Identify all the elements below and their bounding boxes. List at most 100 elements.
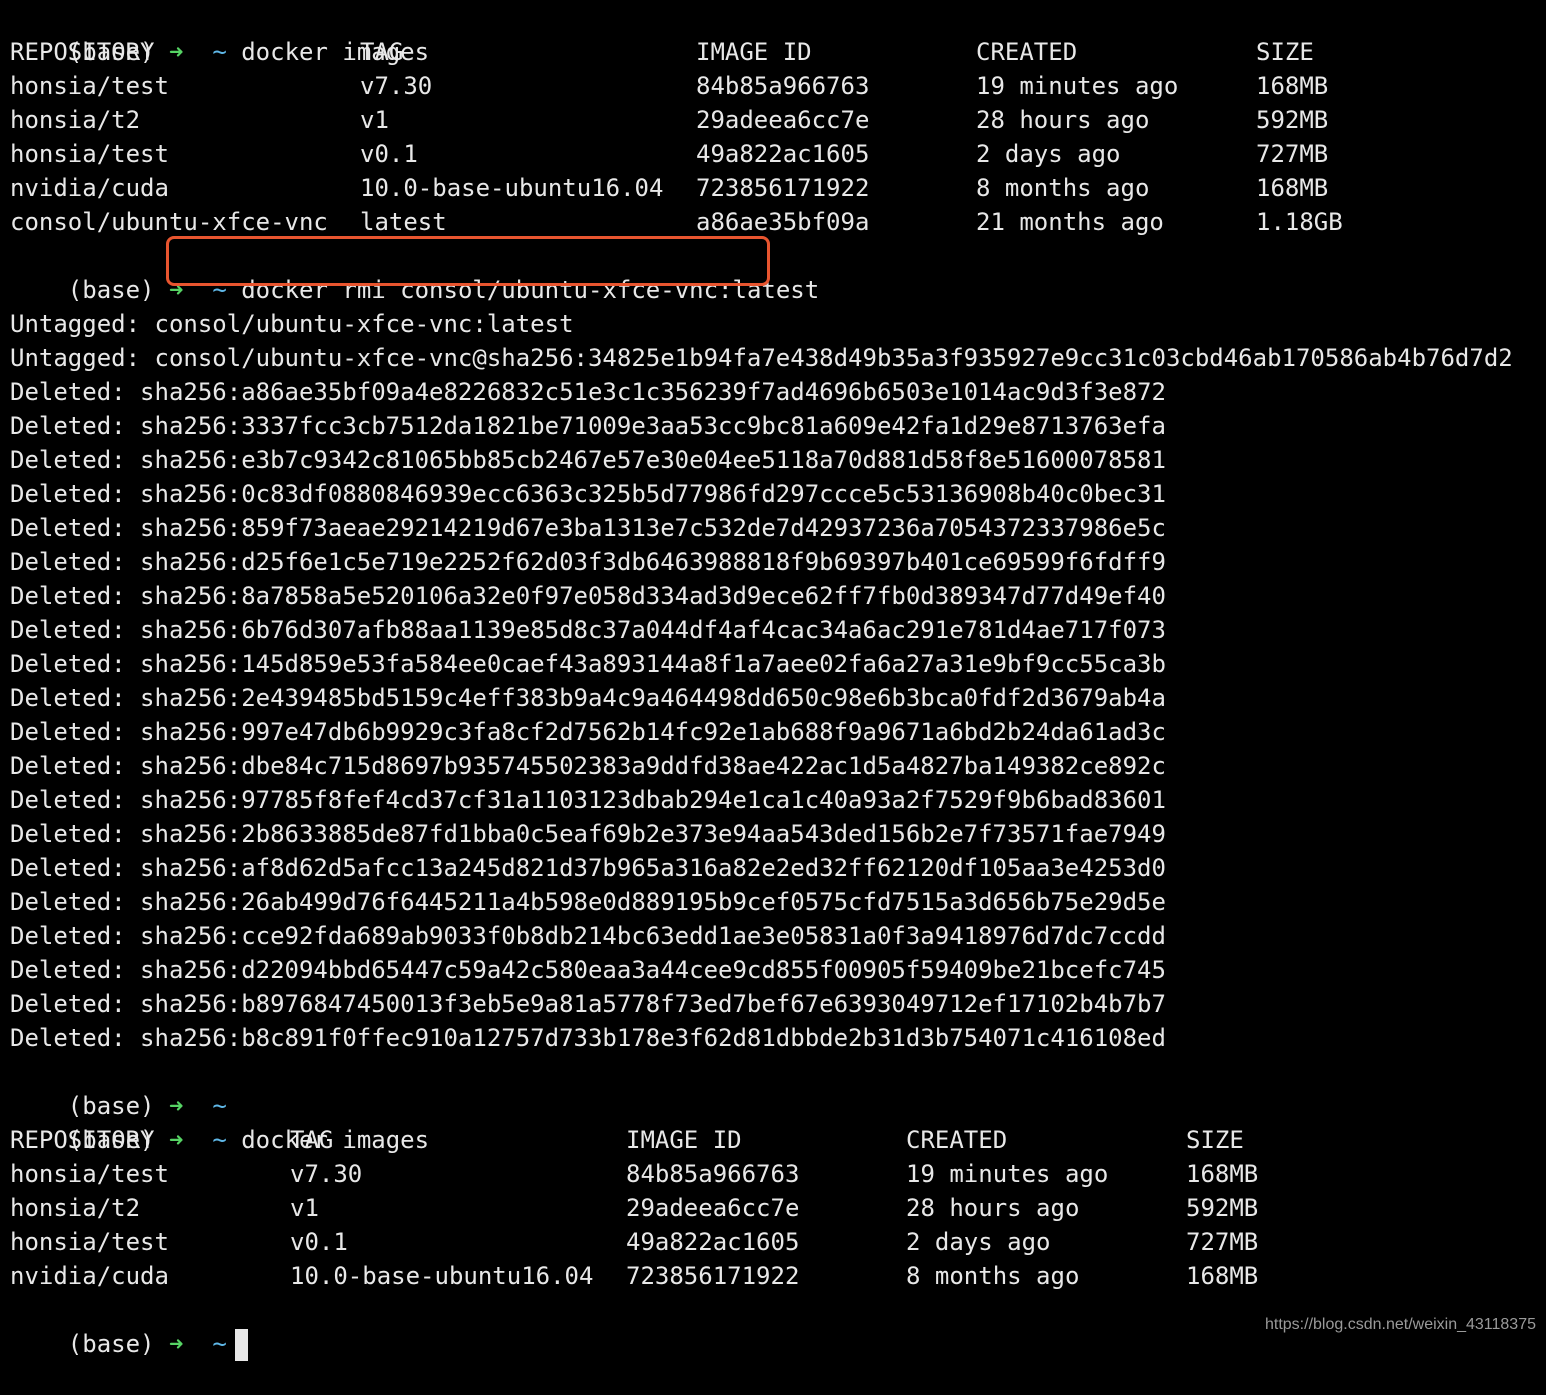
watermark: https://blog.csdn.net/weixin_43118375 (1264, 1316, 1536, 1333)
cell-size: 1.18GB (1256, 208, 1343, 236)
cell-size: 168MB (1256, 174, 1329, 202)
cell-repository: nvidia/cuda (10, 1262, 169, 1290)
terminal-window[interactable]: (base) ➜ ~ docker images REPOSITORY TAG IM… (10, 1, 1546, 1361)
output-line: Deleted: sha256:d25f6e1c5e719e2252f62d03… (10, 548, 1166, 576)
output-line: Deleted: sha256:af8d62d5afcc13a245d821d3… (10, 854, 1166, 882)
table-row: honsia/test v0.1 49a822ac1605 2 days ago 727… (10, 1225, 1546, 1259)
prompt-line: (base) ➜ ~ (10, 1055, 1546, 1120)
output-line: Deleted: sha256:b8c891f0ffec910a12757d73… (10, 1024, 1166, 1052)
table-row: honsia/t2 v1 29adeea6cc7e 28 hours ago 592MB (10, 103, 1546, 137)
table-row: honsia/test v7.30 84b85a966763 19 minutes a… (10, 1157, 1546, 1191)
prompt-env: (base) (67, 1330, 155, 1358)
table-row: nvidia/cuda 10.0-base-ubuntu16.04 72385617… (10, 1259, 1546, 1293)
table-row: honsia/test v0.1 49a822ac1605 2 days ago 727… (10, 137, 1546, 171)
output-line: Deleted: sha256:a86ae35bf09a4e8226832c51… (10, 378, 1166, 406)
cell-size: 168MB (1186, 1262, 1259, 1290)
cell-created: 21 months ago (976, 208, 1164, 236)
output-line: Deleted: sha256:2e439485bd5159c4eff383b9… (10, 684, 1166, 712)
cell-size: 727MB (1186, 1228, 1259, 1256)
header-size: SIZE (1186, 1126, 1244, 1154)
table-row: honsia/test v7.30 84b85a966763 19 minutes a… (10, 69, 1546, 103)
output-line: Deleted: sha256:2b8633885de87fd1bba0c5ea… (10, 820, 1166, 848)
header-image-id: IMAGE ID (626, 1126, 742, 1154)
output-line: Deleted: sha256:97785f8fef4cd37cf31a1103… (10, 786, 1166, 814)
header-repository: REPOSITORY (10, 1126, 155, 1154)
cell-repository: nvidia/cuda (10, 174, 169, 202)
cell-created: 2 days ago (976, 140, 1121, 168)
cell-image-id: 49a822ac1605 (626, 1228, 800, 1256)
header-created: CREATED (906, 1126, 1008, 1154)
table-row: honsia/t2 v1 29adeea6cc7e 28 hours ago 592MB (10, 1191, 1546, 1225)
output-line: Deleted: sha256:b8976847450013f3eb5e9a81… (10, 990, 1166, 1018)
header-image-id: IMAGE ID (696, 38, 812, 66)
cell-image-id: 84b85a966763 (696, 72, 870, 100)
cell-repository: honsia/t2 (10, 1194, 141, 1222)
cell-created: 2 days ago (906, 1228, 1051, 1256)
output-line: Deleted: sha256:dbe84c715d8697b935745502… (10, 752, 1166, 780)
cell-created: 8 months ago (976, 174, 1150, 202)
cell-created: 8 months ago (906, 1262, 1080, 1290)
cell-tag: v0.1 (290, 1228, 348, 1256)
text-cursor[interactable] (234, 1329, 248, 1361)
table-header-row: REPOSITORY TAG IMAGE ID CREATED SIZE (10, 1123, 1546, 1157)
cell-image-id: 84b85a966763 (626, 1160, 800, 1188)
cell-image-id: 723856171922 (626, 1262, 800, 1290)
cell-tag: v1 (290, 1194, 319, 1222)
images-table-before: REPOSITORY TAG IMAGE ID CREATED SIZE honsia/t… (10, 35, 1546, 239)
cell-tag: v7.30 (360, 72, 433, 100)
table-header-row: REPOSITORY TAG IMAGE ID CREATED SIZE (10, 35, 1546, 69)
output-line: Deleted: sha256:8a7858a5e520106a32e0f97e… (10, 582, 1166, 610)
header-repository: REPOSITORY (10, 38, 155, 66)
cell-created: 28 hours ago (906, 1194, 1080, 1222)
cell-image-id: a86ae35bf09a (696, 208, 870, 236)
prompt-dir: ~ (212, 1330, 227, 1358)
table-row: consol/ubuntu-xfce-vnc latest a86ae35bf09a… (10, 205, 1546, 239)
cell-size: 168MB (1186, 1160, 1259, 1188)
highlight-annotation-box (166, 236, 770, 286)
output-line: Deleted: sha256:cce92fda689ab9033f0b8db2… (10, 922, 1166, 950)
cell-tag: v7.30 (290, 1160, 363, 1188)
output-line: Deleted: sha256:0c83df0880846939ecc6363c… (10, 480, 1166, 508)
cell-image-id: 49a822ac1605 (696, 140, 870, 168)
prompt-arrow-icon: ➜ (168, 1330, 184, 1358)
cell-tag: v0.1 (360, 140, 418, 168)
output-line: Deleted: sha256:d22094bbd65447c59a42c580… (10, 956, 1166, 984)
output-line: Untagged: consol/ubuntu-xfce-vnc@sha256:… (10, 344, 1513, 372)
cell-size: 168MB (1256, 72, 1329, 100)
images-table-after: REPOSITORY TAG IMAGE ID CREATED SIZE honsia/t… (10, 1123, 1546, 1293)
cell-size: 592MB (1186, 1194, 1259, 1222)
cell-repository: honsia/test (10, 1228, 169, 1256)
cell-image-id: 29adeea6cc7e (696, 106, 870, 134)
output-line: Deleted: sha256:859f73aeae29214219d67e3b… (10, 514, 1166, 542)
table-row: nvidia/cuda 10.0-base-ubuntu16.04 72385617… (10, 171, 1546, 205)
cell-size: 727MB (1256, 140, 1329, 168)
cell-repository: honsia/t2 (10, 106, 141, 134)
cell-tag: 10.0-base-ubuntu16.04 (290, 1262, 594, 1290)
header-size: SIZE (1256, 38, 1314, 66)
output-line: Deleted: sha256:26ab499d76f6445211a4b598… (10, 888, 1166, 916)
header-created: CREATED (976, 38, 1078, 66)
prompt-line: (base) ➜ ~ docker images (10, 1089, 1546, 1154)
cell-created: 28 hours ago (976, 106, 1150, 134)
cell-size: 592MB (1256, 106, 1329, 134)
cell-repository: honsia/test (10, 140, 169, 168)
cell-created: 19 minutes ago (906, 1160, 1109, 1188)
cell-repository: honsia/test (10, 72, 169, 100)
cell-tag: latest (360, 208, 447, 236)
header-tag: TAG (360, 38, 404, 66)
cell-repository: consol/ubuntu-xfce-vnc (10, 208, 328, 236)
cell-tag: v1 (360, 106, 389, 134)
cell-image-id: 723856171922 (696, 174, 870, 202)
cell-tag: 10.0-base-ubuntu16.04 (360, 174, 664, 202)
cell-repository: honsia/test (10, 1160, 169, 1188)
output-line: Deleted: sha256:6b76d307afb88aa1139e85d8… (10, 616, 1166, 644)
output-line: Untagged: consol/ubuntu-xfce-vnc:latest (10, 310, 574, 338)
prompt-line: (base) ➜ ~ docker images (10, 1, 1546, 66)
header-tag: TAG (290, 1126, 334, 1154)
output-line: Deleted: sha256:997e47db6b9929c3fa8cf2d7… (10, 718, 1166, 746)
output-line: Deleted: sha256:145d859e53fa584ee0caef43… (10, 650, 1166, 678)
output-line: Deleted: sha256:3337fcc3cb7512da1821be71… (10, 412, 1166, 440)
cell-image-id: 29adeea6cc7e (626, 1194, 800, 1222)
rmi-output: Untagged: consol/ubuntu-xfce-vnc:latest U… (10, 307, 1546, 1055)
cell-created: 19 minutes ago (976, 72, 1179, 100)
